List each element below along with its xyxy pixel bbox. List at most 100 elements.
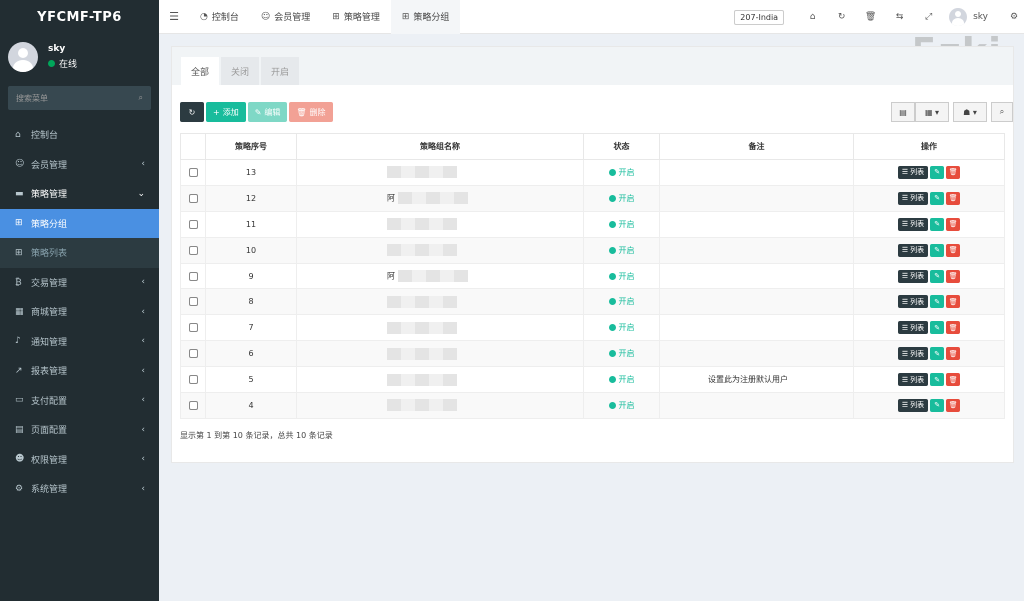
filter-tab-2[interactable]: 开启 — [261, 57, 300, 85]
edit-row-button[interactable]: ✎ — [930, 165, 945, 179]
settings-gear-icon[interactable]: ⚙ — [1004, 12, 1024, 22]
row-checkbox[interactable] — [188, 349, 198, 359]
row-checkbox[interactable] — [188, 219, 198, 229]
delete-row-button[interactable]: 🗑 — [946, 217, 961, 231]
delete-row-button[interactable]: 🗑 — [946, 191, 961, 205]
home-icon[interactable]: ⌂ — [798, 12, 827, 22]
status-badge[interactable]: 开启 — [608, 219, 635, 230]
edit-row-button[interactable]: ✎ — [930, 269, 945, 283]
sidebar-item-11[interactable]: ☻ 权限管理 ‹ — [0, 445, 159, 475]
status-badge[interactable]: 开启 — [608, 167, 635, 178]
edit-button[interactable]: ✎ 编辑 — [247, 102, 288, 122]
list-button[interactable]: ☰ 列表 — [897, 373, 929, 387]
row-checkbox[interactable] — [188, 400, 198, 410]
edit-row-button[interactable]: ✎ — [930, 398, 945, 412]
menu-search-input[interactable]: 搜索菜单 ⌕ — [8, 86, 151, 110]
row-checkbox[interactable] — [188, 323, 198, 333]
sidebar-item-7[interactable]: ♪ 通知管理 ‹ — [0, 327, 159, 357]
region-badge[interactable]: 207-India — [734, 9, 785, 25]
add-button[interactable]: + 添加 — [206, 102, 246, 122]
table-row[interactable]: 10 开启 ☰ 列表 ✎ 🗑 — [180, 236, 1005, 264]
delete-button[interactable]: 🗑 删除 — [289, 102, 333, 122]
table-row[interactable]: 5 开启 设置此为注册默认用户 ☰ 列表 ✎ 🗑 — [180, 366, 1005, 394]
sidebar-item-1[interactable]: ☺ 会员管理 ‹ — [0, 150, 159, 180]
delete-row-button[interactable]: 🗑 — [946, 373, 961, 387]
sidebar-item-0[interactable]: ⌂ 控制台 — [0, 120, 159, 150]
list-button[interactable]: ☰ 列表 — [897, 347, 929, 361]
trash-icon[interactable]: 🗑 — [856, 12, 885, 22]
list-button[interactable]: ☰ 列表 — [897, 243, 929, 257]
list-button[interactable]: ☰ 列表 — [897, 295, 929, 309]
sidebar-item-3[interactable]: ⊞ 策略分组 — [0, 208, 159, 238]
sidebar-item-6[interactable]: ▦ 商城管理 ‹ — [0, 297, 159, 327]
hamburger-icon[interactable]: ☰ — [159, 10, 189, 23]
toggle-view-button[interactable]: ▤ — [891, 102, 915, 122]
status-badge[interactable]: 开启 — [608, 348, 635, 359]
nav-tab-2[interactable]: ⊞ 策略管理 — [321, 0, 391, 34]
refresh-button[interactable]: ↻ — [180, 102, 204, 122]
status-badge[interactable]: 开启 — [608, 400, 635, 411]
nav-tab-1[interactable]: ☺ 会员管理 — [250, 0, 321, 34]
nav-tab-0[interactable]: ◔ 控制台 — [189, 0, 250, 34]
status-badge[interactable]: 开启 — [608, 322, 635, 333]
table-row[interactable]: 7 开启 ☰ 列表 ✎ 🗑 — [180, 314, 1005, 342]
list-button[interactable]: ☰ 列表 — [897, 191, 929, 205]
search-toggle-button[interactable]: ⌕ — [991, 102, 1013, 122]
row-checkbox[interactable] — [188, 245, 198, 255]
delete-row-button[interactable]: 🗑 — [946, 243, 961, 257]
column-header-remark[interactable]: 备注 — [659, 133, 854, 160]
sidebar-item-5[interactable]: ₿ 交易管理 ‹ — [0, 268, 159, 298]
edit-row-button[interactable]: ✎ — [930, 373, 945, 387]
edit-row-button[interactable]: ✎ — [930, 243, 945, 257]
sidebar-item-4[interactable]: ⊞ 策略列表 — [0, 238, 159, 268]
sidebar-item-10[interactable]: ▤ 页面配置 ‹ — [0, 415, 159, 445]
refresh-icon[interactable]: ↻ — [827, 12, 856, 22]
row-checkbox[interactable] — [188, 271, 198, 281]
list-button[interactable]: ☰ 列表 — [897, 165, 929, 179]
status-badge[interactable]: 开启 — [608, 193, 635, 204]
table-row[interactable]: 6 开启 ☰ 列表 ✎ 🗑 — [180, 340, 1005, 368]
sidebar-item-9[interactable]: ▭ 支付配置 ‹ — [0, 386, 159, 416]
edit-row-button[interactable]: ✎ — [930, 295, 945, 309]
delete-row-button[interactable]: 🗑 — [946, 347, 961, 361]
status-badge[interactable]: 开启 — [608, 296, 635, 307]
table-row[interactable]: 8 开启 ☰ 列表 ✎ 🗑 — [180, 288, 1005, 316]
status-badge[interactable]: 开启 — [608, 271, 635, 282]
filter-tab-1[interactable]: 关闭 — [221, 57, 260, 85]
brand-logo[interactable]: YFCMF-TP6 — [0, 0, 159, 34]
search-icon[interactable]: ⌕ — [139, 93, 143, 103]
delete-row-button[interactable]: 🗑 — [946, 398, 961, 412]
edit-row-button[interactable]: ✎ — [930, 347, 945, 361]
row-checkbox[interactable] — [188, 375, 198, 385]
list-button[interactable]: ☰ 列表 — [897, 269, 929, 283]
list-button[interactable]: ☰ 列表 — [897, 321, 929, 335]
table-row[interactable]: 11 开启 ☰ 列表 ✎ 🗑 — [180, 210, 1005, 238]
status-badge[interactable]: 开启 — [608, 374, 635, 385]
row-checkbox[interactable] — [188, 167, 198, 177]
list-button[interactable]: ☰ 列表 — [897, 217, 929, 231]
row-checkbox[interactable] — [188, 297, 198, 307]
row-checkbox[interactable] — [188, 193, 198, 203]
edit-row-button[interactable]: ✎ — [930, 321, 945, 335]
nav-tab-3[interactable]: ⊞ 策略分组 — [390, 0, 461, 34]
delete-row-button[interactable]: 🗑 — [946, 321, 961, 335]
list-button[interactable]: ☰ 列表 — [897, 398, 929, 412]
column-header-status[interactable]: 状态 — [583, 133, 660, 160]
column-header-id[interactable]: 策略序号 — [205, 133, 297, 160]
table-row[interactable]: 13 开启 ☰ 列表 ✎ 🗑 — [180, 159, 1005, 186]
edit-row-button[interactable]: ✎ — [930, 191, 945, 205]
columns-dropdown-button[interactable]: ▦ ▾ — [915, 102, 949, 122]
sidebar-item-8[interactable]: ↗ 报表管理 ‹ — [0, 356, 159, 386]
filter-tab-0[interactable]: 全部 — [181, 57, 220, 85]
status-badge[interactable]: 开启 — [608, 245, 635, 256]
fullscreen-icon[interactable]: ⤢ — [914, 12, 943, 22]
sidebar-item-12[interactable]: ⚙ 系统管理 ‹ — [0, 474, 159, 504]
table-row[interactable]: 9 阿 开启 ☰ 列表 ✎ 🗑 — [180, 262, 1005, 290]
table-row[interactable]: 12 阿 开启 ☰ 列表 ✎ 🗑 — [180, 184, 1005, 212]
sidebar-item-2[interactable]: ▬ 策略管理 ⌄ — [0, 179, 159, 209]
header-user-menu[interactable]: sky — [949, 8, 988, 26]
export-dropdown-button[interactable]: ☗ ▾ — [953, 102, 987, 122]
table-row[interactable]: 4 开启 ☰ 列表 ✎ 🗑 — [180, 392, 1005, 419]
translate-icon[interactable]: ⇆ — [885, 12, 914, 22]
column-header-name[interactable]: 策略组名称 — [296, 133, 584, 160]
